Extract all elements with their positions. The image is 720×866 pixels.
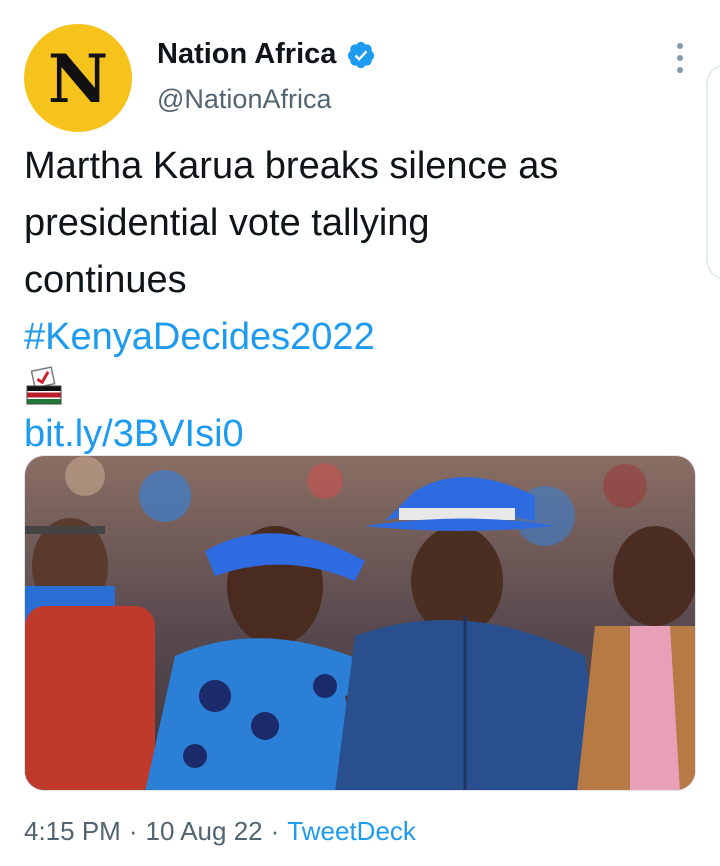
source-link[interactable]: TweetDeck	[287, 816, 416, 846]
separator: ·	[270, 816, 280, 846]
author-name-row: Nation Africa	[157, 38, 376, 71]
tweet-text-line: presidential vote tallying	[24, 202, 430, 244]
adjacent-card-edge	[706, 64, 720, 280]
tweet-photo[interactable]	[24, 455, 696, 791]
tweet-meta: 4:15 PM · 10 Aug 22 · TweetDeck	[24, 816, 416, 847]
dot	[677, 67, 683, 73]
dot	[677, 55, 683, 61]
verified-badge-icon	[348, 41, 375, 68]
tweet-text: Martha Karua breaks silence as president…	[24, 138, 694, 463]
tweet-text-line: Martha Karua breaks silence as	[24, 145, 559, 187]
dot	[677, 43, 683, 49]
ballot-box-kenya-flag-icon	[26, 366, 62, 405]
separator: ·	[128, 816, 138, 846]
avatar-logo-letter: N	[47, 40, 109, 118]
tweet-text-line: continues	[24, 259, 187, 301]
more-options-icon[interactable]	[668, 40, 692, 76]
tweet-card: N Nation Africa @NationAfrica Martha Kar…	[0, 0, 720, 866]
avatar[interactable]: N	[24, 24, 132, 132]
display-name[interactable]: Nation Africa	[157, 38, 336, 71]
photo-illustration	[25, 456, 695, 790]
tweet-date[interactable]: 10 Aug 22	[146, 816, 263, 846]
tweet-time[interactable]: 4:15 PM	[24, 816, 121, 846]
hashtag-link[interactable]: #KenyaDecides2022	[24, 316, 375, 358]
hashtag-row: #KenyaDecides2022	[24, 309, 694, 406]
handle[interactable]: @NationAfrica	[157, 84, 331, 115]
